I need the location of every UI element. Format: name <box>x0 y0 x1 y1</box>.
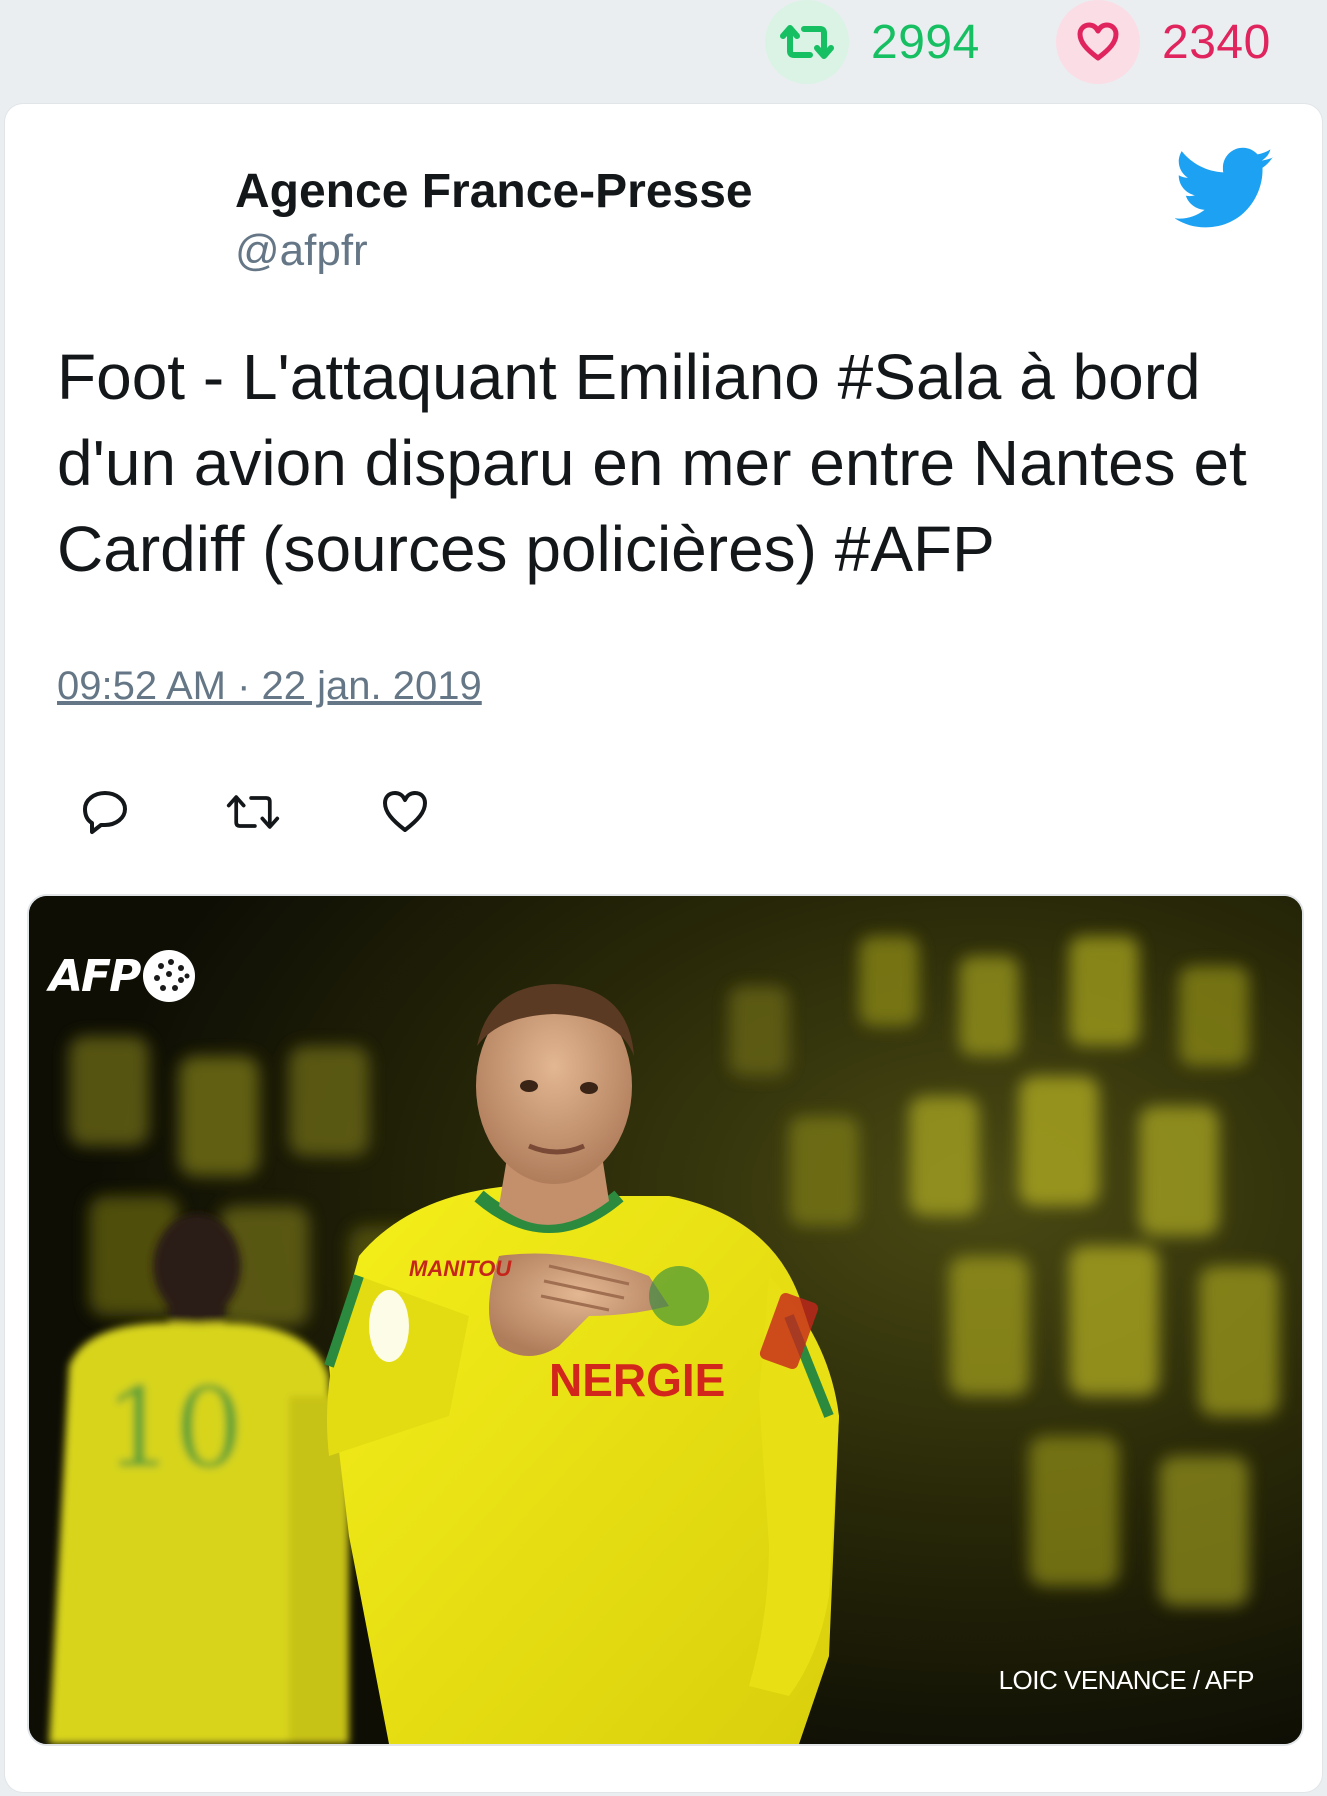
jersey-main-text: NERGIE <box>549 1354 725 1406</box>
retweet-count: 2994 <box>871 15 980 69</box>
afp-logo-text: AFP <box>49 950 141 1002</box>
tweet-photo[interactable]: 10 MANITOU NERGIE AFP LOIC VENANCE / AFP <box>27 894 1304 1746</box>
retweet-button[interactable] <box>225 784 281 840</box>
retweet-icon <box>226 795 280 829</box>
author-name[interactable]: Agence France-Presse <box>235 164 753 219</box>
jersey-sponsor-text: MANITOU <box>409 1256 512 1281</box>
football-player-photo: 10 MANITOU NERGIE <box>29 896 1302 1744</box>
twitter-bird-icon[interactable] <box>1174 144 1275 234</box>
like-count: 2340 <box>1162 15 1271 69</box>
author-handle[interactable]: @afpfr <box>235 226 368 276</box>
reply-button[interactable] <box>77 784 133 840</box>
like-count-stat[interactable]: 2340 <box>1056 0 1271 84</box>
svg-text:10: 10 <box>104 1364 244 1492</box>
heart-icon <box>1056 0 1140 84</box>
top-stats-bar: 2994 2340 <box>0 0 1327 100</box>
tweet-timestamp-link[interactable]: 09:52 AM · 22 jan. 2019 <box>57 664 482 709</box>
tweet-card: Agence France-Presse @afpfr Foot - L'att… <box>5 104 1322 1792</box>
afp-logo: AFP <box>49 948 197 1004</box>
retweet-icon <box>765 0 849 84</box>
like-button[interactable] <box>377 784 433 840</box>
retweet-count-stat[interactable]: 2994 <box>765 0 980 84</box>
photo-credit: LOIC VENANCE / AFP <box>998 1665 1255 1695</box>
tweet-text: Foot - L'attaquant Emiliano #Sala à bord… <box>57 341 1247 585</box>
reply-icon <box>83 791 127 834</box>
heart-icon <box>383 791 427 832</box>
afp-globe-icon <box>143 950 196 1002</box>
